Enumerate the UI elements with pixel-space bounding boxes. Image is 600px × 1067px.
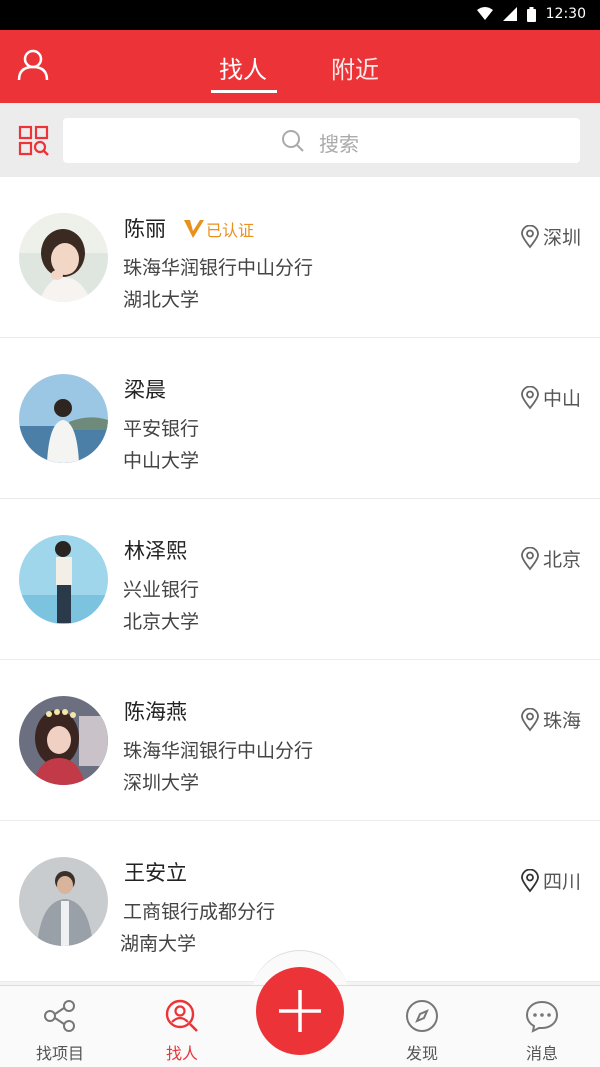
location-pin-icon bbox=[521, 224, 539, 248]
person-location: 四川 bbox=[521, 867, 581, 894]
verified-label: 已认证 bbox=[206, 221, 255, 240]
location-pin-icon bbox=[521, 385, 539, 409]
person-school: 湖南大学 bbox=[120, 933, 197, 955]
person-company: 工商银行成都分行 bbox=[123, 901, 276, 923]
add-button[interactable] bbox=[256, 967, 344, 1055]
location-label: 中山 bbox=[542, 388, 581, 410]
person-company: 平安银行 bbox=[123, 418, 200, 440]
tab-label: 找人 bbox=[165, 1044, 198, 1063]
tab-find-people[interactable]: 找人 bbox=[219, 50, 267, 94]
person-school: 中山大学 bbox=[123, 450, 200, 472]
grid-search-icon[interactable] bbox=[18, 125, 50, 157]
wifi-icon bbox=[476, 7, 493, 20]
list-item[interactable]: 林泽熙 兴业银行 北京大学 北京 bbox=[0, 499, 600, 660]
search-input[interactable]: 搜索 bbox=[63, 118, 580, 163]
location-label: 深圳 bbox=[542, 227, 581, 249]
person-location: 深圳 bbox=[521, 223, 581, 250]
person-school: 湖北大学 bbox=[123, 289, 200, 311]
person-name: 林泽熙 bbox=[124, 539, 187, 563]
avatar bbox=[19, 374, 108, 463]
person-name: 陈丽 bbox=[124, 217, 166, 241]
tab-discover[interactable]: 发现 bbox=[372, 986, 472, 1067]
person-school: 北京大学 bbox=[123, 611, 200, 633]
avatar bbox=[19, 535, 108, 624]
person-company: 珠海华润银行中山分行 bbox=[123, 257, 314, 279]
person-school: 深圳大学 bbox=[123, 772, 200, 794]
search-icon bbox=[282, 130, 304, 152]
location-pin-icon bbox=[521, 868, 539, 892]
list-item[interactable]: 梁晨 平安银行 中山大学 中山 bbox=[0, 338, 600, 499]
person-location: 中山 bbox=[521, 384, 581, 411]
avatar bbox=[19, 213, 108, 302]
tab-find-people-bottom[interactable]: 找人 bbox=[132, 986, 232, 1067]
person-company: 珠海华润银行中山分行 bbox=[123, 740, 314, 762]
list-item[interactable]: 陈海燕 珠海华润银行中山分行 深圳大学 珠海 bbox=[0, 660, 600, 821]
avatar bbox=[19, 696, 108, 785]
search-placeholder: 搜索 bbox=[319, 132, 359, 156]
user-profile-icon[interactable] bbox=[16, 48, 50, 82]
location-pin-icon bbox=[521, 707, 539, 731]
signal-icon bbox=[502, 7, 517, 21]
person-name: 陈海燕 bbox=[124, 700, 187, 724]
network-icon bbox=[44, 1000, 75, 1032]
list-item[interactable]: 陈丽 已认证 珠海华润银行中山分行 湖北大学 深圳 bbox=[0, 177, 600, 338]
battery-icon bbox=[526, 6, 536, 22]
top-nav-bar: 找人 附近 bbox=[0, 30, 600, 103]
person-location: 珠海 bbox=[521, 706, 581, 733]
active-tab-indicator bbox=[211, 90, 277, 93]
tab-label: 消息 bbox=[525, 1044, 558, 1063]
person-location: 北京 bbox=[521, 545, 581, 572]
status-bar: 12:30 bbox=[0, 0, 600, 30]
compass-icon bbox=[406, 1000, 438, 1032]
tab-find-projects[interactable]: 找项目 bbox=[10, 986, 110, 1067]
verified-v-icon bbox=[184, 220, 204, 238]
location-label: 北京 bbox=[542, 549, 581, 571]
people-list: 陈丽 已认证 珠海华润银行中山分行 湖北大学 深圳 梁晨 平安银行 中山大学 中 bbox=[0, 177, 600, 982]
chat-bubble-icon bbox=[525, 1000, 559, 1033]
find-person-icon bbox=[165, 999, 198, 1032]
person-name: 王安立 bbox=[124, 861, 187, 885]
person-name: 梁晨 bbox=[124, 378, 166, 402]
status-time: 12:30 bbox=[545, 6, 586, 22]
tab-label: 找项目 bbox=[35, 1044, 84, 1063]
tab-messages[interactable]: 消息 bbox=[492, 986, 592, 1067]
tab-label: 发现 bbox=[405, 1044, 438, 1063]
search-area: 搜索 bbox=[0, 103, 600, 177]
plus-icon bbox=[279, 990, 321, 1032]
tab-nearby[interactable]: 附近 bbox=[331, 50, 379, 94]
verified-badge: 已认证 bbox=[184, 217, 254, 241]
location-label: 珠海 bbox=[542, 710, 581, 732]
location-pin-icon bbox=[521, 546, 539, 570]
location-label: 四川 bbox=[542, 871, 581, 893]
person-company: 兴业银行 bbox=[123, 579, 200, 601]
avatar bbox=[19, 857, 108, 946]
